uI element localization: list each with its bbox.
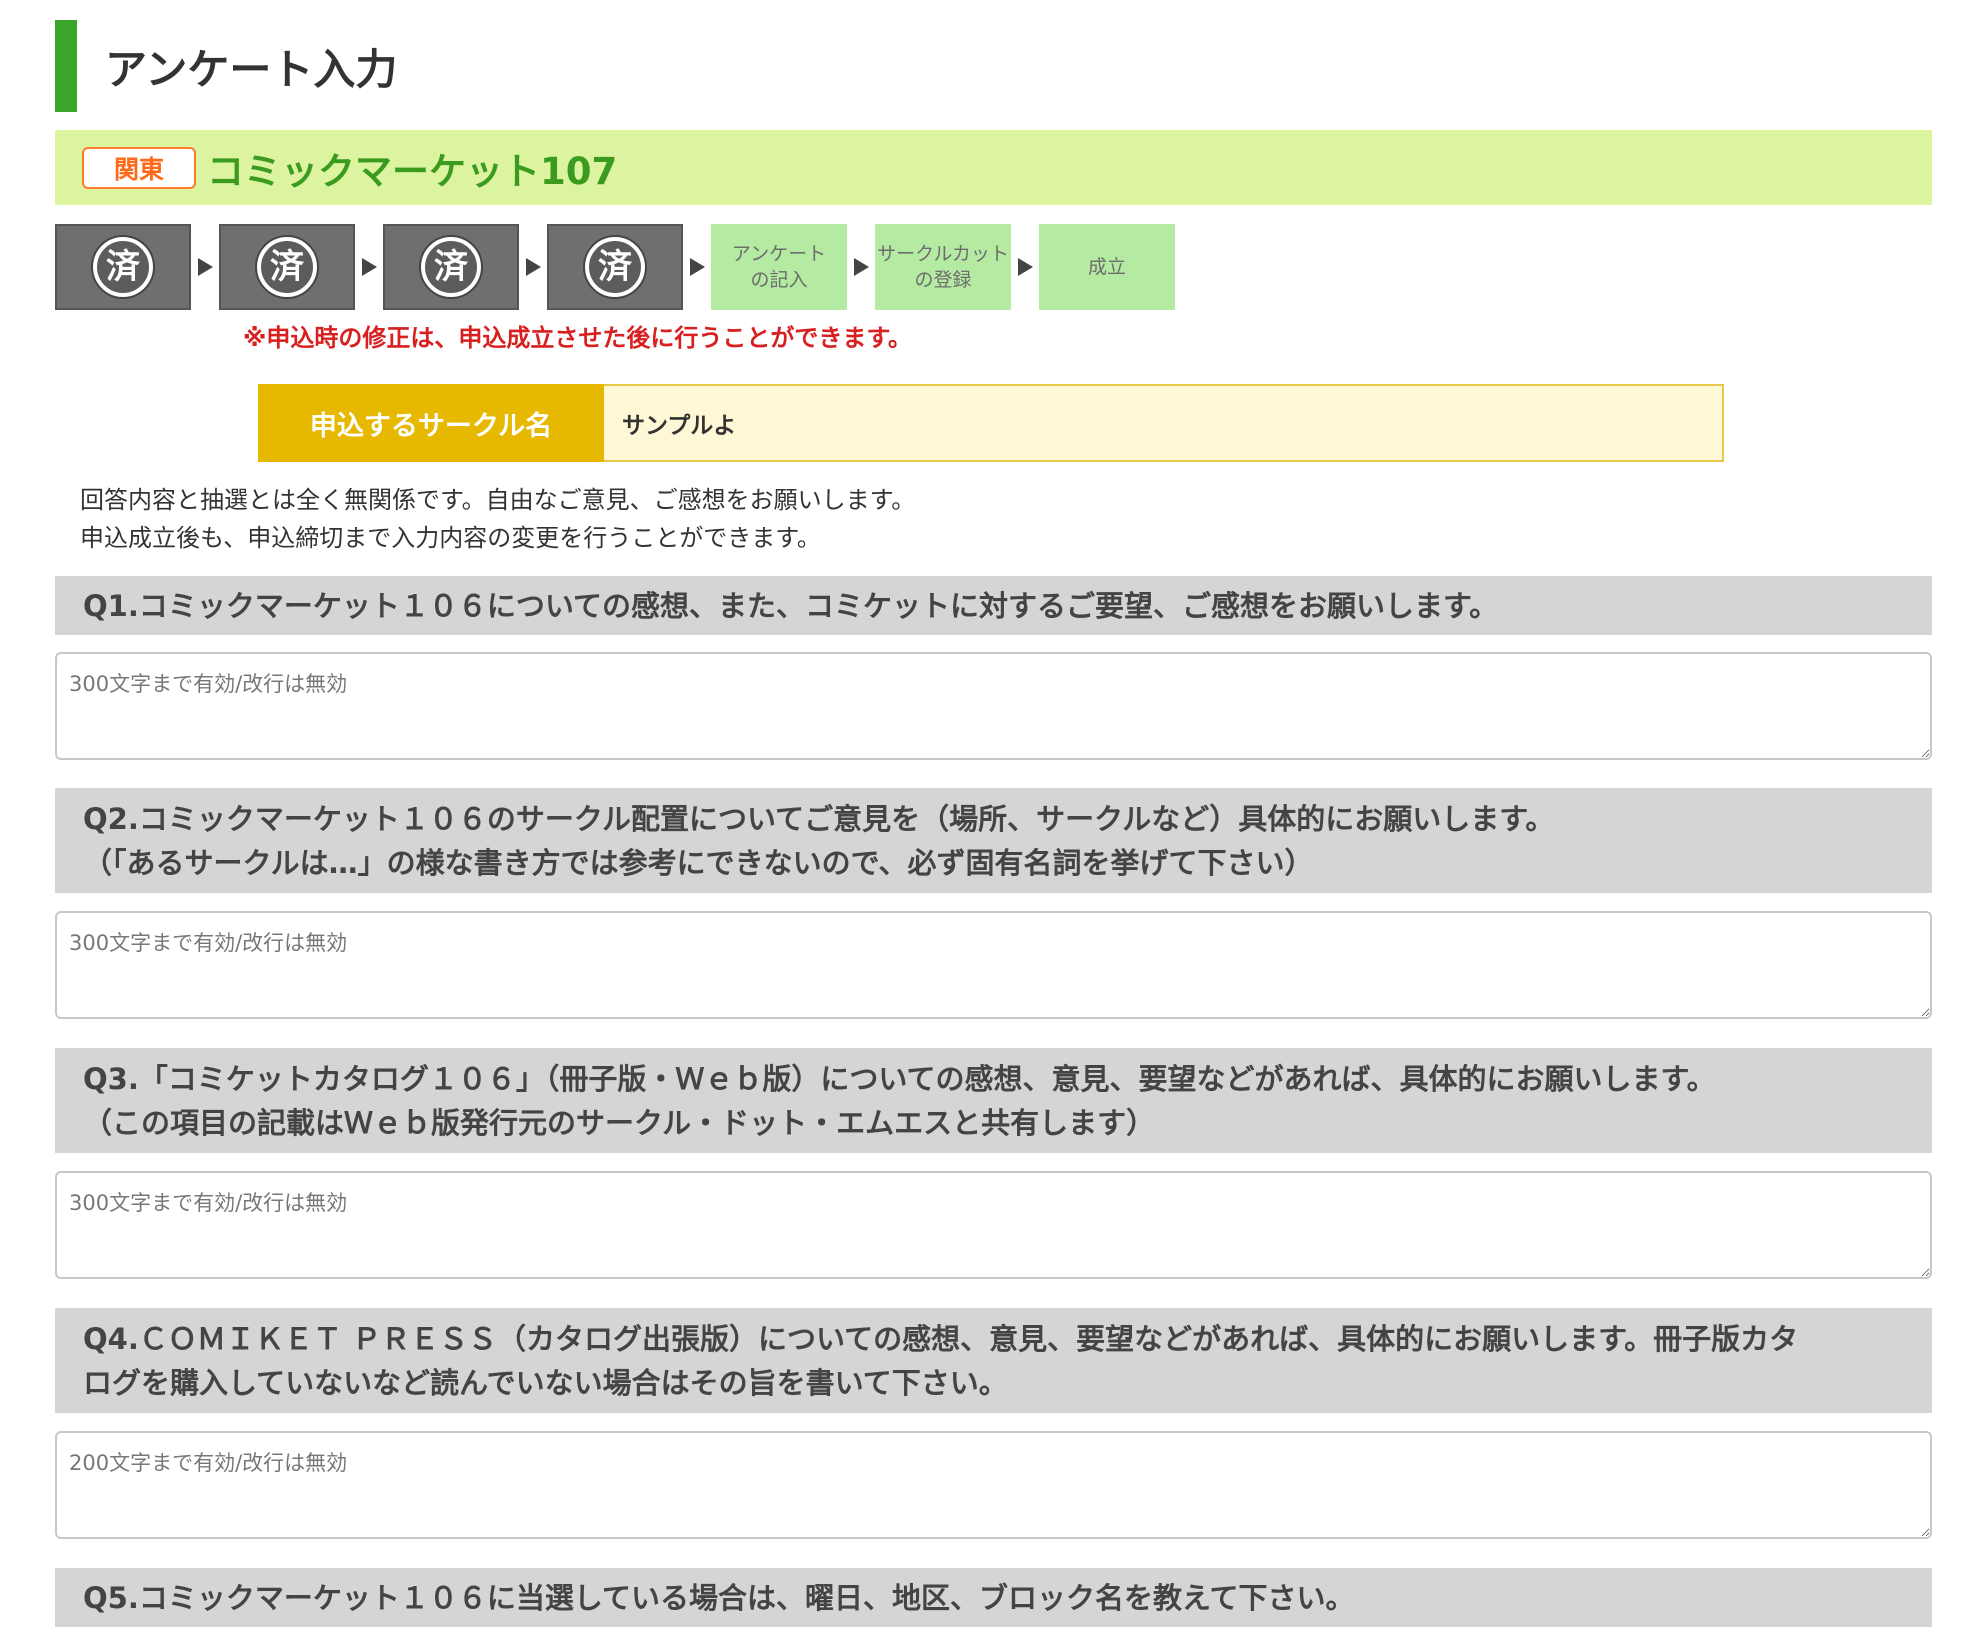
question-3-answer[interactable]	[55, 1171, 1932, 1279]
event-bar: 関東 コミックマーケット107	[55, 130, 1932, 205]
question-4-answer[interactable]	[55, 1431, 1932, 1539]
question-text: ログを購入していないなど読んでいない場合はその旨を書いて下さい。	[83, 1365, 1008, 1400]
question-text: Q2.コミックマーケット１０６のサークル配置についてご意見を（場所、サークルなど…	[83, 801, 1555, 836]
circle-name-row: 申込するサークル名 サンプルよ	[258, 384, 1724, 462]
question-4-header: Q4.ＣＯＭＩＫＥＴ ＰＲＥＳＳ（カタログ出張版）についての感想、意見、要望など…	[55, 1308, 1932, 1413]
page-title: アンケート入力	[55, 20, 397, 112]
step-survey: アンケート の記入	[711, 224, 847, 310]
question-1-header: Q1.コミックマーケット１０６についての感想、また、コミケットに対するご要望、ご…	[55, 576, 1932, 635]
question-1-answer[interactable]	[55, 652, 1932, 760]
intro-text: 回答内容と抽選とは全く無関係です。自由なご意見、ご感想をお願いします。 申込成立…	[80, 481, 915, 557]
step-arrow-icon	[191, 224, 219, 310]
intro-line: 回答内容と抽選とは全く無関係です。自由なご意見、ご感想をお願いします。	[80, 486, 916, 514]
question-text: （この項目の記載はＷｅｂ版発行元のサークル・ドット・エムエスと共有します）	[83, 1105, 1156, 1140]
step-1-done: 済	[55, 224, 191, 310]
step-arrow-icon	[683, 224, 711, 310]
event-name: コミックマーケット107	[207, 149, 618, 193]
step-label: アンケート	[731, 243, 827, 265]
survey-page: アンケート入力 関東 コミックマーケット107 済 済 済 済 アンケート の記…	[0, 0, 1987, 1640]
step-arrow-icon	[847, 224, 875, 310]
done-stamp-icon: 済	[585, 237, 645, 297]
circle-name-value: サンプルよ	[604, 384, 1724, 462]
question-5-header: Q5.コミックマーケット１０６に当選している場合は、曜日、地区、ブロック名を教え…	[55, 1568, 1932, 1627]
step-circle-cut: サークルカット の登録	[875, 224, 1011, 310]
circle-name-label: 申込するサークル名	[258, 384, 604, 462]
question-2-header: Q2.コミックマーケット１０６のサークル配置についてご意見を（場所、サークルなど…	[55, 788, 1932, 893]
question-text: Q1.コミックマーケット１０６についての感想、また、コミケットに対するご要望、ご…	[83, 588, 1499, 623]
progress-steps: 済 済 済 済 アンケート の記入 サークルカット の登録 成立	[55, 224, 1175, 310]
step-4-done: 済	[547, 224, 683, 310]
step-arrow-icon	[355, 224, 383, 310]
region-badge: 関東	[82, 146, 196, 189]
step-label: サークルカット	[877, 243, 1009, 265]
step-arrow-icon	[519, 224, 547, 310]
edit-notice: ※申込時の修正は、申込成立させた後に行うことができます。	[243, 324, 912, 352]
step-label: の記入	[750, 269, 808, 291]
question-2-answer[interactable]	[55, 911, 1932, 1019]
done-stamp-icon: 済	[257, 237, 317, 297]
step-label: の登録	[914, 269, 972, 291]
step-arrow-icon	[1011, 224, 1039, 310]
step-3-done: 済	[383, 224, 519, 310]
question-text: Q3.「コミケットカタログ１０６」（冊子版・Ｗｅｂ版）についての感想、意見、要望…	[83, 1061, 1716, 1096]
step-label: 成立	[1087, 256, 1126, 278]
done-stamp-icon: 済	[421, 237, 481, 297]
question-text: Q5.コミックマーケット１０６に当選している場合は、曜日、地区、ブロック名を教え…	[83, 1580, 1355, 1615]
question-3-header: Q3.「コミケットカタログ１０６」（冊子版・Ｗｅｂ版）についての感想、意見、要望…	[55, 1048, 1932, 1153]
step-complete: 成立	[1039, 224, 1175, 310]
step-2-done: 済	[219, 224, 355, 310]
question-text: （「あるサークルは…」の様な書き方では参考にできないので、必ず固有名詞を挙げて下…	[83, 845, 1314, 880]
question-text: Q4.ＣＯＭＩＫＥＴ ＰＲＥＳＳ（カタログ出張版）についての感想、意見、要望など…	[83, 1321, 1799, 1356]
done-stamp-icon: 済	[93, 237, 153, 297]
intro-line: 申込成立後も、申込締切まで入力内容の変更を行うことができます。	[80, 524, 821, 552]
